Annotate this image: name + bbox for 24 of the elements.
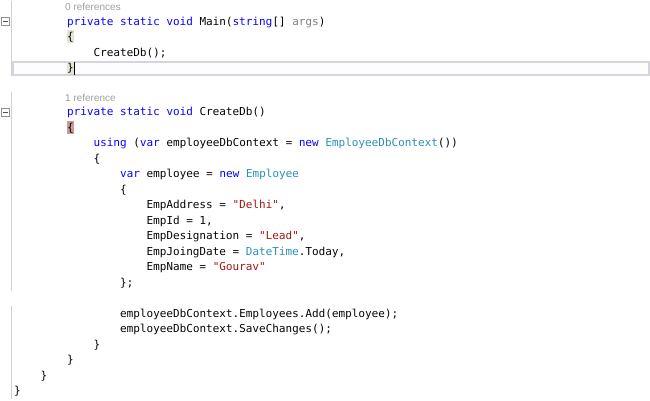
text-cursor bbox=[74, 62, 75, 75]
code-line: employeeDbContext.SaveChanges(); bbox=[118, 322, 333, 337]
code-line: } bbox=[92, 337, 102, 352]
code-line: EmpDesignation = "Lead", bbox=[145, 228, 306, 244]
reference-count[interactable]: 1 reference bbox=[64, 92, 116, 104]
code-line: } bbox=[66, 352, 75, 368]
code-line: employeeDbContext.Employees.Add(employee); bbox=[118, 306, 400, 322]
code-line: } bbox=[13, 384, 22, 399]
code-line: var employee = new Employee bbox=[118, 166, 300, 182]
code-line: EmpName = "Gourav" bbox=[145, 260, 267, 275]
code-line: private static void CreateDb() bbox=[66, 104, 267, 120]
code-line: EmpJoingDate = DateTime.Today, bbox=[145, 244, 346, 260]
collapse-icon[interactable] bbox=[1, 108, 10, 117]
code-line: EmpId = 1, bbox=[145, 213, 214, 228]
code-line: using (var employeeDbContext = new EmployeeDbContext()) bbox=[92, 136, 459, 151]
code-line: { bbox=[92, 151, 102, 166]
collapse-icon[interactable] bbox=[1, 17, 10, 26]
code-line: private static void Main(string[] args) bbox=[66, 14, 326, 30]
code-line: CreateDb(); bbox=[92, 45, 168, 60]
code-line: EmpAddress = "Delhi", bbox=[145, 198, 287, 213]
reference-count[interactable]: 0 references bbox=[64, 1, 121, 14]
code-line: } bbox=[40, 368, 48, 384]
code-line: }; bbox=[118, 275, 134, 290]
code-line: { bbox=[118, 182, 128, 198]
